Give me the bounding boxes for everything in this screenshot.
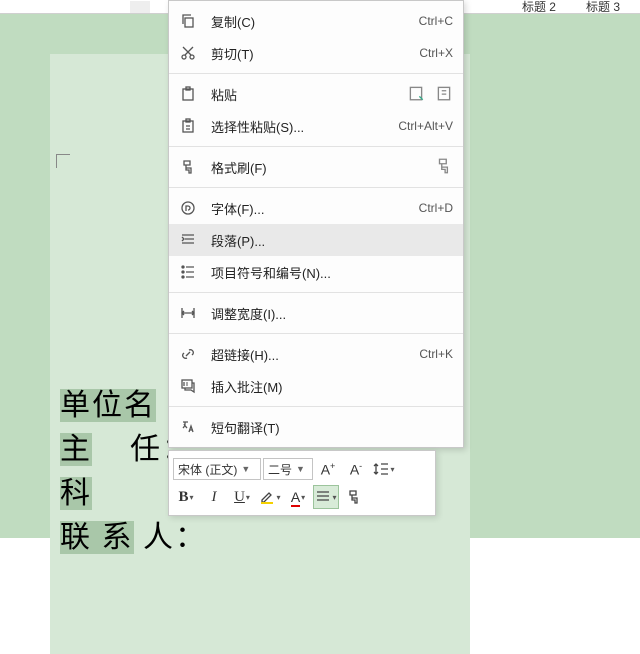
font-size-select[interactable]: 二号▼ [263,458,313,480]
paste-opt1-icon[interactable] [407,84,425,105]
menu-item-label: 选择性粘贴(S)... [211,117,384,136]
format-painter-button[interactable] [341,485,367,509]
trans-icon [179,418,197,436]
menu-item-copy[interactable]: 复制(C) Ctrl+C [169,5,463,37]
menu-item-label: 插入批注(M) [211,377,439,396]
menu-item-label: 粘贴 [211,85,393,104]
paste-icon [179,85,197,103]
menu-item-label: 格式刷(F) [211,158,421,177]
menu-item-label: 字体(F)... [211,199,405,218]
font-icon [179,199,197,217]
menu-item-label: 项目符号和编号(N)... [211,263,439,282]
menu-item-label: 剪切(T) [211,44,405,63]
brush-alt-icon[interactable] [435,157,453,178]
underline-button[interactable]: U▾ [229,485,255,509]
style-heading-2[interactable]: 标题 2 [522,0,556,15]
menu-item-trans[interactable]: 短句翻译(T) [169,411,463,443]
menu-item-font[interactable]: 字体(F)... Ctrl+D [169,192,463,224]
menu-item-paste[interactable]: 粘贴 [169,78,463,110]
cut-icon [179,44,197,62]
paste-opt2-icon[interactable] [435,84,453,105]
menu-separator [169,406,463,407]
menu-item-right-icons [435,157,453,178]
margin-corner [56,154,70,168]
menu-item-paste-sp[interactable]: 选择性粘贴(S)... Ctrl+Alt+V [169,110,463,142]
menu-separator [169,146,463,147]
menu-item-label: 超链接(H)... [211,345,405,364]
menu-item-label: 调整宽度(I)... [211,304,439,323]
comment-icon [179,377,197,395]
mini-toolbar: 宋体 (正文)▼ 二号▼ A+ A- ▾ B▾ I U▾ ▾ A▾ ▾ [168,450,436,516]
shrink-font-button[interactable]: A- [343,457,369,481]
font-color-button[interactable]: A▾ [285,485,311,509]
menu-separator [169,292,463,293]
para-icon [179,231,197,249]
menu-item-shortcut: Ctrl+D [419,201,453,215]
menu-item-para[interactable]: 段落(P)... [169,224,463,256]
paste-sp-icon [179,117,197,135]
menu-separator [169,73,463,74]
menu-item-shortcut: Ctrl+X [419,46,453,60]
grow-font-button[interactable]: A+ [315,457,341,481]
menu-item-right-icons [407,84,453,105]
copy-icon [179,12,197,30]
context-menu: 复制(C) Ctrl+C 剪切(T) Ctrl+X 粘贴选择性粘贴(S)... Ctrl+… [168,0,464,448]
menu-separator [169,333,463,334]
menu-item-width[interactable]: 调整宽度(I)... [169,297,463,329]
width-icon [179,304,197,322]
menu-item-label: 复制(C) [211,12,405,31]
menu-item-brush[interactable]: 格式刷(F) [169,151,463,183]
menu-item-label: 段落(P)... [211,231,439,250]
line-spacing-button[interactable]: ▾ [371,457,397,481]
style-heading-3[interactable]: 标题 3 [586,0,620,15]
brush-icon [179,158,197,176]
bold-button[interactable]: B▾ [173,485,199,509]
align-button[interactable]: ▾ [313,485,339,509]
menu-item-link[interactable]: 超链接(H)... Ctrl+K [169,338,463,370]
highlight-color-button[interactable]: ▾ [257,485,283,509]
menu-item-shortcut: Ctrl+Alt+V [398,119,453,133]
menu-item-label: 短句翻译(T) [211,418,439,437]
ribbon-align-button[interactable] [130,1,150,13]
link-icon [179,345,197,363]
menu-item-list[interactable]: 项目符号和编号(N)... [169,256,463,288]
menu-item-shortcut: Ctrl+C [419,14,453,28]
italic-button[interactable]: I [201,485,227,509]
menu-separator [169,187,463,188]
font-family-select[interactable]: 宋体 (正文)▼ [173,458,261,480]
menu-item-shortcut: Ctrl+K [419,347,453,361]
menu-item-comment[interactable]: 插入批注(M) [169,370,463,402]
menu-item-cut[interactable]: 剪切(T) Ctrl+X [169,37,463,69]
list-icon [179,263,197,281]
